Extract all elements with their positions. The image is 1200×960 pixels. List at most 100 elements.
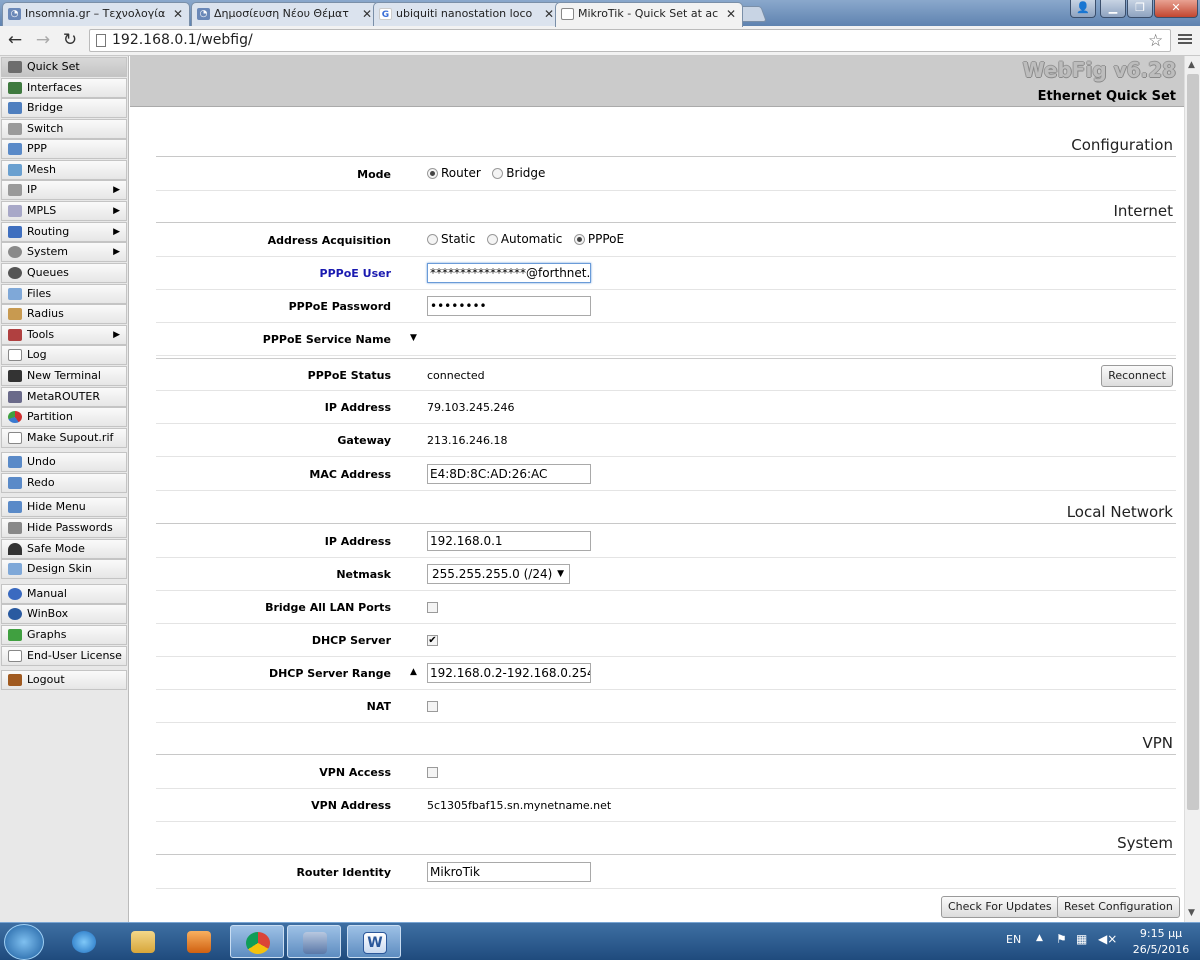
- reconnect-button[interactable]: Reconnect: [1101, 365, 1173, 387]
- sidebar-item-new-terminal[interactable]: New Terminal: [1, 366, 127, 386]
- scrollbar-thumb[interactable]: [1187, 74, 1199, 810]
- dhcp-range-input[interactable]: 192.168.0.2-192.168.0.254: [427, 663, 591, 683]
- reset-configuration-button[interactable]: Reset Configuration: [1057, 896, 1180, 918]
- sidebar-item-mesh[interactable]: Mesh: [1, 160, 127, 180]
- vpn-access-checkbox[interactable]: [427, 767, 438, 778]
- sidebar-item-graphs[interactable]: Graphs: [1, 625, 127, 645]
- bookmark-star-icon[interactable]: ☆: [1148, 31, 1163, 51]
- radio-icon[interactable]: [492, 168, 504, 179]
- taskbar-explorer[interactable]: [116, 925, 170, 958]
- radio-icon[interactable]: [486, 234, 498, 245]
- clock-date[interactable]: 26/5/2016: [1126, 943, 1196, 956]
- collapse-up-icon[interactable]: ▲: [410, 667, 417, 677]
- sidebar-item-radius[interactable]: Radius: [1, 304, 127, 324]
- radio-icon[interactable]: [573, 234, 585, 245]
- scroll-down-icon[interactable]: ▼: [1188, 908, 1195, 918]
- dhcp-server-checkbox[interactable]: ✔: [427, 635, 438, 646]
- sidebar-item-winbox[interactable]: WinBox: [1, 604, 127, 624]
- ip-icon: [8, 184, 22, 196]
- nat-checkbox[interactable]: [427, 701, 438, 712]
- reload-icon[interactable]: ↻: [59, 29, 81, 51]
- sidebar-item-log[interactable]: Log: [1, 345, 127, 365]
- sidebar-item-safe-mode[interactable]: Safe Mode: [1, 539, 127, 559]
- minimize-icon[interactable]: ▁: [1100, 0, 1126, 18]
- sidebar-item-queues[interactable]: Queues: [1, 263, 127, 283]
- taskbar-ie[interactable]: [57, 925, 111, 958]
- sidebar-item-interfaces[interactable]: Interfaces: [1, 78, 127, 98]
- tray-expand-icon[interactable]: ▲: [1036, 933, 1043, 943]
- sidebar-item-metarouter[interactable]: MetaROUTER: [1, 387, 127, 407]
- sidebar-item-ip[interactable]: IP ▶: [1, 180, 127, 200]
- pppoe-user-input[interactable]: ****************@forthnet.gr: [427, 263, 591, 283]
- language-indicator[interactable]: EN: [1006, 933, 1021, 946]
- acq-pppoe-option[interactable]: PPPoE: [573, 232, 624, 246]
- row-netmask: Netmask 255.255.255.0 (/24) ▼: [156, 558, 1176, 591]
- user-profile-icon[interactable]: 👤: [1070, 0, 1096, 18]
- tab-insomnia[interactable]: ◔ Insomnia.gr – Τεχνολογία ✕: [2, 2, 190, 26]
- sidebar-item-hide-menu[interactable]: Hide Menu: [1, 497, 127, 517]
- sidebar-item-system[interactable]: System ▶: [1, 242, 127, 262]
- sidebar-item-redo[interactable]: Redo: [1, 473, 127, 493]
- forward-icon[interactable]: →: [32, 29, 54, 51]
- tab-close-icon[interactable]: ✕: [362, 3, 372, 25]
- windows-start-icon[interactable]: [4, 924, 44, 960]
- action-center-icon[interactable]: ⚑: [1056, 932, 1067, 946]
- address-bar[interactable]: 192.168.0.1/webfig/: [89, 29, 1171, 52]
- sidebar-item-tools[interactable]: Tools ▶: [1, 325, 127, 345]
- close-window-icon[interactable]: ✕: [1154, 0, 1198, 18]
- tab-close-icon[interactable]: ✕: [726, 3, 736, 25]
- mode-router-option[interactable]: Router: [427, 166, 481, 180]
- taskbar-word[interactable]: W: [347, 925, 401, 958]
- dhcp-range-label: DHCP Server Range: [268, 667, 391, 680]
- browser-menu-icon[interactable]: [1178, 32, 1192, 46]
- bridge-all-lan-checkbox[interactable]: [427, 602, 438, 613]
- dropdown-arrow-icon: ▼: [557, 569, 564, 579]
- sidebar-item-partition[interactable]: Partition: [1, 407, 127, 427]
- vertical-scrollbar[interactable]: ▲ ▼: [1184, 56, 1200, 922]
- sidebar-item-design-skin[interactable]: Design Skin: [1, 559, 127, 579]
- tab-title: Δημοσίευση Νέου Θέματ: [214, 7, 349, 20]
- sidebar-item-hide-passwords[interactable]: Hide Passwords: [1, 518, 127, 538]
- acq-static-option[interactable]: Static: [427, 232, 475, 246]
- tab-new-topic[interactable]: ◔ Δημοσίευση Νέου Θέματ ✕: [191, 2, 379, 26]
- check-for-updates-button[interactable]: Check For Updates: [941, 896, 1059, 918]
- sidebar-item-bridge[interactable]: Bridge: [1, 98, 127, 118]
- address-acquisition-label: Address Acquisition: [267, 234, 391, 247]
- radio-icon[interactable]: [427, 234, 438, 245]
- network-icon[interactable]: ▦: [1076, 932, 1087, 946]
- acq-automatic-option[interactable]: Automatic: [486, 232, 562, 246]
- volume-icon[interactable]: ◀×: [1098, 932, 1117, 946]
- sidebar-item-ppp[interactable]: PPP: [1, 139, 127, 159]
- scroll-up-icon[interactable]: ▲: [1188, 60, 1195, 70]
- sidebar-item-manual[interactable]: Manual: [1, 584, 127, 604]
- taskbar-media-player[interactable]: [172, 925, 226, 958]
- sidebar-item-switch[interactable]: Switch: [1, 119, 127, 139]
- sidebar-item-undo[interactable]: Undo: [1, 452, 127, 472]
- taskbar-remote-desktop[interactable]: [287, 925, 341, 958]
- tab-close-icon[interactable]: ✕: [544, 3, 554, 25]
- row-bridge-all-lan-ports: Bridge All LAN Ports: [156, 591, 1176, 624]
- radio-icon[interactable]: [427, 168, 438, 179]
- router-identity-input[interactable]: MikroTik: [427, 862, 591, 882]
- clock-time[interactable]: 9:15 μμ: [1126, 927, 1196, 940]
- tab-google-search[interactable]: G ubiquiti nanostation loco ✕: [373, 2, 561, 26]
- tab-close-icon[interactable]: ✕: [173, 3, 183, 25]
- sidebar-item-end-user-license[interactable]: End-User License: [1, 646, 127, 666]
- sidebar-item-files[interactable]: Files: [1, 284, 127, 304]
- pppoe-password-input[interactable]: ••••••••: [427, 296, 591, 316]
- mac-address-input[interactable]: E4:8D:8C:AD:26:AC: [427, 464, 591, 484]
- expand-down-icon[interactable]: ▼: [410, 333, 417, 343]
- mode-bridge-option[interactable]: Bridge: [492, 166, 545, 180]
- sidebar-item-make-supout[interactable]: Make Supout.rif: [1, 428, 127, 448]
- sidebar-item-logout[interactable]: Logout: [1, 670, 127, 690]
- maximize-icon[interactable]: ❐: [1127, 0, 1153, 18]
- sidebar-item-routing[interactable]: Routing ▶: [1, 222, 127, 242]
- netmask-select[interactable]: 255.255.255.0 (/24) ▼: [427, 564, 570, 584]
- tab-mikrotik[interactable]: MikroTik - Quick Set at ac ✕: [555, 2, 743, 27]
- lan-ip-input[interactable]: 192.168.0.1: [427, 531, 591, 551]
- sidebar-item-quick-set[interactable]: Quick Set: [1, 57, 127, 77]
- row-lan-ip-address: IP Address 192.168.0.1: [156, 525, 1176, 558]
- sidebar-item-mpls[interactable]: MPLS ▶: [1, 201, 127, 221]
- taskbar-chrome[interactable]: [230, 925, 284, 958]
- back-icon[interactable]: ←: [4, 29, 26, 51]
